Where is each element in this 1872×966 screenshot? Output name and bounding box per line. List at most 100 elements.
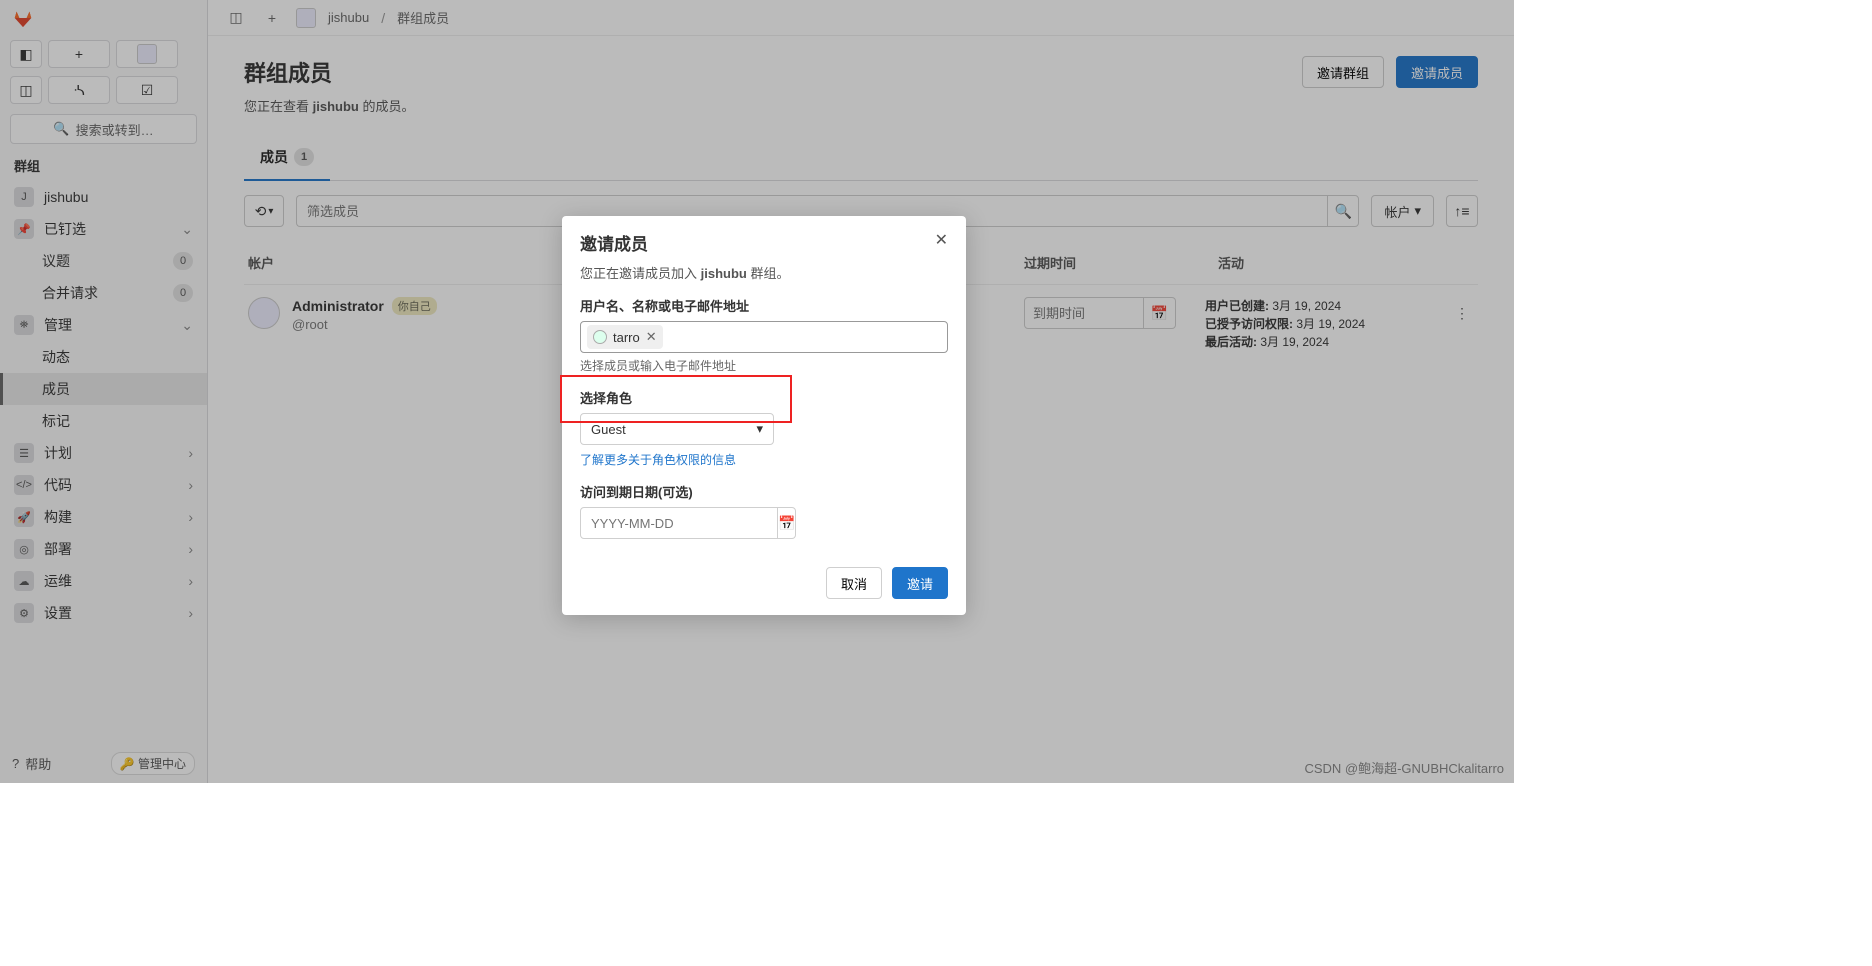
- help-link[interactable]: ?帮助: [12, 754, 51, 773]
- sidebar-collapse-button[interactable]: ◫: [224, 6, 248, 30]
- row-expiry-input[interactable]: [1024, 297, 1144, 329]
- sidebar-item-group[interactable]: J jishubu: [0, 181, 207, 213]
- search-button[interactable]: 🔍: [1327, 195, 1359, 227]
- modal-title: 邀请成员: [580, 230, 648, 255]
- modal-user-hint: 选择成员或输入电子邮件地址: [580, 357, 948, 374]
- help-icon: ?: [12, 756, 19, 771]
- breadcrumb-avatar-icon: [296, 8, 316, 28]
- sidebar-item-pinned[interactable]: 📌 已钉选: [0, 213, 207, 245]
- manage-icon: ⛯: [14, 315, 34, 335]
- sidebar-sub-labels[interactable]: 标记: [0, 405, 207, 437]
- token-remove-button[interactable]: ✕: [646, 329, 657, 345]
- user-handle: @root: [292, 317, 437, 332]
- chevron-down-icon: ▾: [268, 206, 273, 217]
- sidebar-item-manage[interactable]: ⛯ 管理: [0, 309, 207, 341]
- close-icon: ✕: [646, 329, 657, 344]
- page-subtitle: 您正在查看 jishubu 的成员。: [244, 96, 414, 115]
- history-button[interactable]: ⟲▾: [244, 195, 284, 227]
- sidebar-sub-mr[interactable]: 合并请求 0: [0, 277, 207, 309]
- th-expiry: 过期时间: [1024, 253, 1184, 272]
- sort-icon: ↑≡: [1454, 203, 1469, 219]
- modal-user-input[interactable]: tarro ✕: [580, 321, 948, 353]
- history-icon: ⟲: [255, 203, 267, 220]
- sidebar-item-deploy[interactable]: ◎部署: [0, 533, 207, 565]
- sidebar: ◧ + ◫ ᔀ ☑ 🔍 搜索或转到… 群组 J jishubu 📌 已钉选 议题…: [0, 0, 208, 783]
- modal-cancel-button[interactable]: 取消: [826, 567, 882, 599]
- tab-members[interactable]: 成员 1: [244, 137, 330, 181]
- new-button[interactable]: +: [48, 40, 110, 68]
- gear-icon: ⚙: [14, 603, 34, 623]
- sidebar-item-code[interactable]: </>代码: [0, 469, 207, 501]
- modal-role-link[interactable]: 了解更多关于角色权限的信息: [580, 451, 948, 468]
- sidebar-group-name: jishubu: [44, 189, 88, 205]
- admin-button[interactable]: 🔑 管理中心: [111, 752, 195, 775]
- code-icon: </>: [14, 475, 34, 495]
- user-token: tarro ✕: [587, 325, 663, 349]
- group-avatar-icon: J: [14, 187, 34, 207]
- ops-icon: ☁: [14, 571, 34, 591]
- sidebar-quick-1[interactable]: ◫: [10, 76, 42, 104]
- modal-role-select[interactable]: Guest ▾: [580, 413, 774, 445]
- sidebar-quick-2[interactable]: ᔀ: [48, 76, 110, 104]
- user-name[interactable]: Administrator: [292, 298, 384, 314]
- modal-confirm-button[interactable]: 邀请: [892, 567, 948, 599]
- deploy-icon: ◎: [14, 539, 34, 559]
- breadcrumb-group[interactable]: jishubu: [328, 10, 369, 25]
- watermark: CSDN @鲍海超-GNUBHCkalitarro: [1304, 758, 1504, 777]
- modal-date-input[interactable]: [580, 507, 778, 539]
- sidebar-item-build[interactable]: 🚀构建: [0, 501, 207, 533]
- sidebar-search[interactable]: 🔍 搜索或转到…: [10, 114, 197, 144]
- modal-date-calendar-button[interactable]: 📅: [778, 507, 796, 539]
- issues-count-badge: 0: [173, 252, 193, 270]
- sidebar-sub-issues[interactable]: 议题 0: [0, 245, 207, 277]
- mr-count-badge: 0: [173, 284, 193, 302]
- modal-label-role: 选择角色: [580, 388, 948, 407]
- sidebar-item-ops[interactable]: ☁运维: [0, 565, 207, 597]
- th-activity: 活动: [1218, 253, 1438, 272]
- plus-icon: +: [75, 46, 83, 62]
- row-activity: 用户已创建: 3月 19, 2024 已授予访问权限: 3月 19, 2024 …: [1205, 297, 1425, 351]
- close-icon: ✕: [935, 232, 948, 249]
- token-name: tarro: [613, 330, 640, 345]
- role-value: Guest: [591, 422, 626, 437]
- invite-member-button[interactable]: 邀请成员: [1396, 56, 1478, 88]
- sidebar-item-plan[interactable]: ☰计划: [0, 437, 207, 469]
- page-title: 群组成员: [244, 56, 414, 88]
- avatar-icon: [137, 44, 157, 64]
- sidebar-sub-activity[interactable]: 动态: [0, 341, 207, 373]
- search-icon: 🔍: [1335, 203, 1352, 220]
- panel-icon: ◧: [19, 46, 32, 63]
- calendar-icon: 📅: [1151, 305, 1168, 322]
- breadcrumb-bar: ◫ + jishubu / 群组成员: [208, 0, 1514, 36]
- calendar-icon: 📅: [778, 515, 795, 532]
- breadcrumb-page: 群组成员: [397, 8, 449, 27]
- members-count-badge: 1: [294, 148, 314, 166]
- account-sort-dropdown[interactable]: 帐户▾: [1371, 195, 1434, 227]
- token-avatar-icon: [593, 330, 607, 344]
- invite-member-modal: 邀请成员 ✕ 您正在邀请成员加入 jishubu 群组。 用户名、名称或电子邮件…: [562, 216, 966, 615]
- row-menu-button[interactable]: ⋮: [1446, 297, 1478, 329]
- search-icon: 🔍: [53, 121, 69, 137]
- breadcrumb-add-button[interactable]: +: [260, 6, 284, 30]
- sidebar-search-placeholder: 搜索或转到…: [76, 120, 154, 139]
- sidebar-section-label: 群组: [0, 150, 207, 181]
- sidebar-quick-3[interactable]: ☑: [116, 76, 178, 104]
- top-nav-avatar[interactable]: [116, 40, 178, 68]
- sidebar-toggle-button[interactable]: ◧: [10, 40, 42, 68]
- pin-icon: 📌: [14, 219, 34, 239]
- sidebar-item-settings[interactable]: ⚙设置: [0, 597, 207, 629]
- build-icon: 🚀: [14, 507, 34, 527]
- kebab-icon: ⋮: [1455, 305, 1469, 322]
- modal-description: 您正在邀请成员加入 jishubu 群组。: [580, 263, 948, 282]
- sidebar-sub-members[interactable]: 成员: [0, 373, 207, 405]
- row-expiry-calendar-button[interactable]: 📅: [1144, 297, 1176, 329]
- modal-label-user: 用户名、名称或电子邮件地址: [580, 296, 948, 315]
- invite-group-button[interactable]: 邀请群组: [1302, 56, 1384, 88]
- sort-direction-button[interactable]: ↑≡: [1446, 195, 1478, 227]
- avatar-icon: [248, 297, 280, 329]
- chevron-down-icon: ▾: [756, 421, 763, 437]
- gitlab-logo-icon: [12, 7, 34, 29]
- breadcrumb-separator-icon: /: [381, 10, 385, 26]
- plan-icon: ☰: [14, 443, 34, 463]
- modal-close-button[interactable]: ✕: [935, 230, 948, 250]
